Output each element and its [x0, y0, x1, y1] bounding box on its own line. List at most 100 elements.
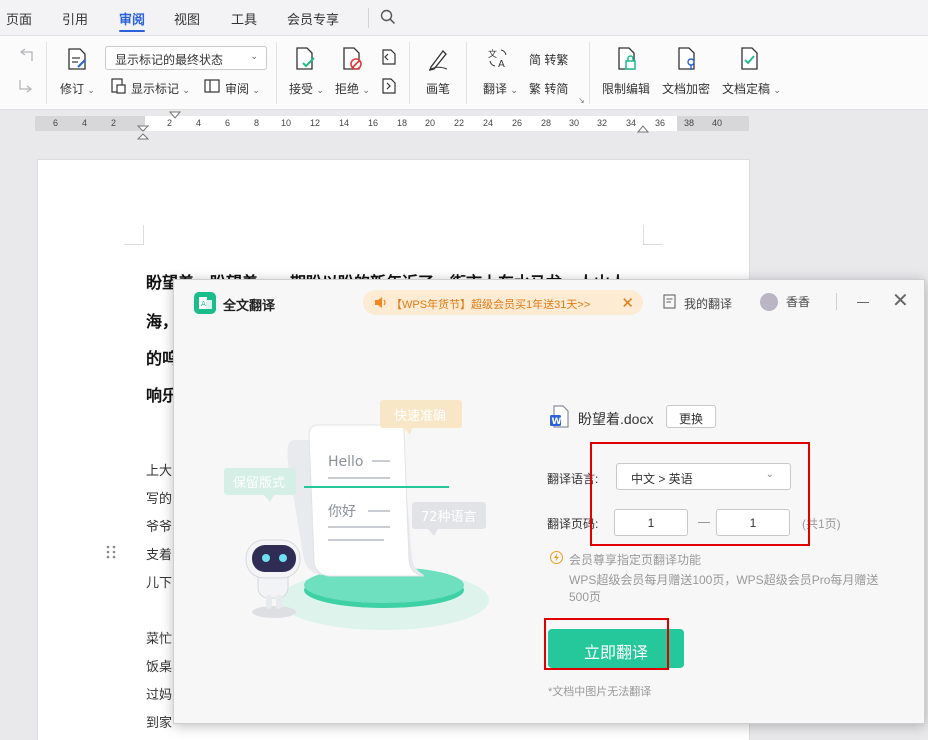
ruler-number: 28	[541, 118, 552, 128]
translate-button[interactable]: 翻译 ⌄	[483, 80, 518, 97]
previous-change-icon[interactable]	[17, 48, 35, 64]
finalize-label: 文档定稿	[722, 82, 771, 96]
promo-banner[interactable]: 【WPS年货节】超级会员买1年送31天>> ✕	[363, 290, 643, 315]
my-translations-icon	[663, 294, 676, 309]
promo-close-icon[interactable]: ✕	[621, 294, 634, 312]
to-simplified-button[interactable]: 繁 转简	[529, 80, 568, 97]
accept-icon[interactable]	[294, 46, 316, 72]
finalize-icon[interactable]	[739, 46, 761, 72]
ruler-number: 4	[82, 118, 88, 128]
indent-marker-icon[interactable]	[137, 125, 149, 141]
ribbon-toolbar: 修订 ⌄ 显示标记的最终状态 ⌄ 显示标记 ⌄ 审阅 ⌄ 接受 ⌄ 拒绝 ⌄ 画…	[0, 36, 928, 110]
pen-button[interactable]: 画笔	[426, 80, 450, 97]
svg-text:A: A	[201, 300, 206, 308]
show-markup-button[interactable]: 显示标记 ⌄	[131, 80, 190, 97]
markup-state-select[interactable]: 显示标记的最终状态 ⌄	[105, 46, 267, 70]
accept-button[interactable]: 接受 ⌄	[289, 80, 324, 97]
tab-review[interactable]: 审阅	[119, 9, 145, 28]
revise-button[interactable]: 修订 ⌄	[60, 80, 95, 97]
accept-label: 接受	[289, 82, 314, 96]
markup-state-value: 显示标记的最终状态	[115, 53, 224, 67]
show-markup-label: 显示标记	[131, 82, 180, 96]
username[interactable]: 香香	[786, 293, 810, 310]
ruler-number: 26	[512, 118, 523, 128]
illus-tag-layout: 保留版式	[233, 476, 285, 491]
illus-nihao-text: 你好	[328, 504, 356, 520]
right-indent-icon[interactable]	[637, 124, 649, 133]
tab-references[interactable]: 引用	[62, 9, 88, 28]
ribbon-divider	[409, 42, 410, 104]
next-change-icon[interactable]	[17, 77, 35, 93]
reject-label: 拒绝	[335, 82, 360, 96]
ruler-number: 4	[196, 118, 202, 128]
reject-button[interactable]: 拒绝 ⌄	[335, 80, 370, 97]
doc-body-line: 儿下	[146, 575, 173, 590]
doc-body-line: 写的	[146, 491, 173, 506]
first-line-indent-icon[interactable]	[169, 111, 181, 120]
doc-body-line: 上大	[146, 463, 173, 478]
highlight-box-translate	[544, 618, 669, 670]
drag-handle-icon[interactable]	[106, 545, 116, 559]
ruler-number: 16	[368, 118, 379, 128]
ruler-number: 14	[339, 118, 350, 128]
to-traditional-button[interactable]: 简 转繁	[529, 51, 568, 68]
my-translations-link[interactable]: 我的翻译	[684, 295, 732, 312]
next-revision-icon[interactable]	[380, 77, 398, 95]
tab-tools[interactable]: 工具	[231, 9, 257, 28]
translate-label: 翻译	[483, 82, 508, 96]
dialog-title: 全文翻译	[223, 298, 276, 313]
highlight-box-settings	[590, 442, 810, 546]
ruler-number: 36	[655, 118, 666, 128]
ruler-number: 38	[684, 118, 695, 128]
reject-icon[interactable]	[341, 46, 363, 72]
encrypt-icon[interactable]	[676, 46, 698, 72]
promo-text: 【WPS年货节】超级会员买1年送31天>>	[391, 299, 591, 311]
menu-bar: 页面 引用 审阅 视图 工具 会员专享	[0, 0, 928, 36]
svg-text:文: 文	[488, 48, 497, 60]
show-markup-icon	[111, 78, 126, 94]
tab-view[interactable]: 视图	[174, 9, 200, 28]
tab-member[interactable]: 会员专享	[287, 9, 339, 28]
margin-corner-mark	[124, 225, 144, 245]
restrict-edit-button[interactable]: 限制编辑	[602, 80, 650, 97]
avatar[interactable]	[760, 293, 778, 311]
ruler-number: 32	[597, 118, 608, 128]
encrypt-button[interactable]: 文档加密	[662, 80, 710, 97]
ruler-number: 6	[225, 118, 231, 128]
ruler-number: 12	[310, 118, 321, 128]
minimize-icon[interactable]	[857, 302, 869, 303]
revise-label: 修订	[60, 82, 85, 96]
search-icon[interactable]	[380, 9, 396, 25]
speaker-icon	[375, 297, 386, 308]
translate-logo-icon: A	[194, 292, 216, 314]
ruler-number: 10	[281, 118, 292, 128]
ruler-number: 40	[712, 118, 723, 128]
image-note: *文档中图片无法翻译	[548, 686, 652, 698]
review-pane-label: 审阅	[225, 82, 250, 96]
file-name: 盼望着.docx	[578, 411, 654, 427]
ruler-number: 24	[483, 118, 494, 128]
doc-body-line: 爷爷	[146, 519, 173, 534]
menu-divider	[368, 8, 369, 28]
previous-revision-icon[interactable]	[380, 48, 398, 66]
window-divider	[836, 293, 837, 310]
restrict-edit-icon[interactable]	[616, 46, 638, 72]
review-pane-button[interactable]: 审阅 ⌄	[225, 80, 260, 97]
doc-body-line: 菜忙	[146, 631, 173, 646]
svg-text:W: W	[552, 417, 562, 427]
tab-page[interactable]: 页面	[6, 9, 32, 28]
close-icon[interactable]: ✕	[892, 291, 909, 311]
ruler-number: 22	[454, 118, 465, 128]
revise-icon[interactable]	[66, 47, 88, 71]
pen-icon[interactable]	[427, 47, 449, 71]
ruler-number: 34	[626, 118, 637, 128]
doc-body-line: 支着	[146, 547, 173, 562]
dialog-launcher-icon[interactable]: ↘	[578, 96, 585, 105]
margin-corner-mark	[643, 225, 663, 245]
ribbon-divider	[46, 42, 47, 104]
ruler-number: 18	[397, 118, 408, 128]
translate-icon[interactable]: 文A	[487, 47, 509, 69]
doc-body-line: 到家	[146, 715, 173, 730]
change-file-button[interactable]: 更换	[666, 405, 716, 428]
finalize-button[interactable]: 文档定稿 ⌄	[722, 80, 781, 97]
